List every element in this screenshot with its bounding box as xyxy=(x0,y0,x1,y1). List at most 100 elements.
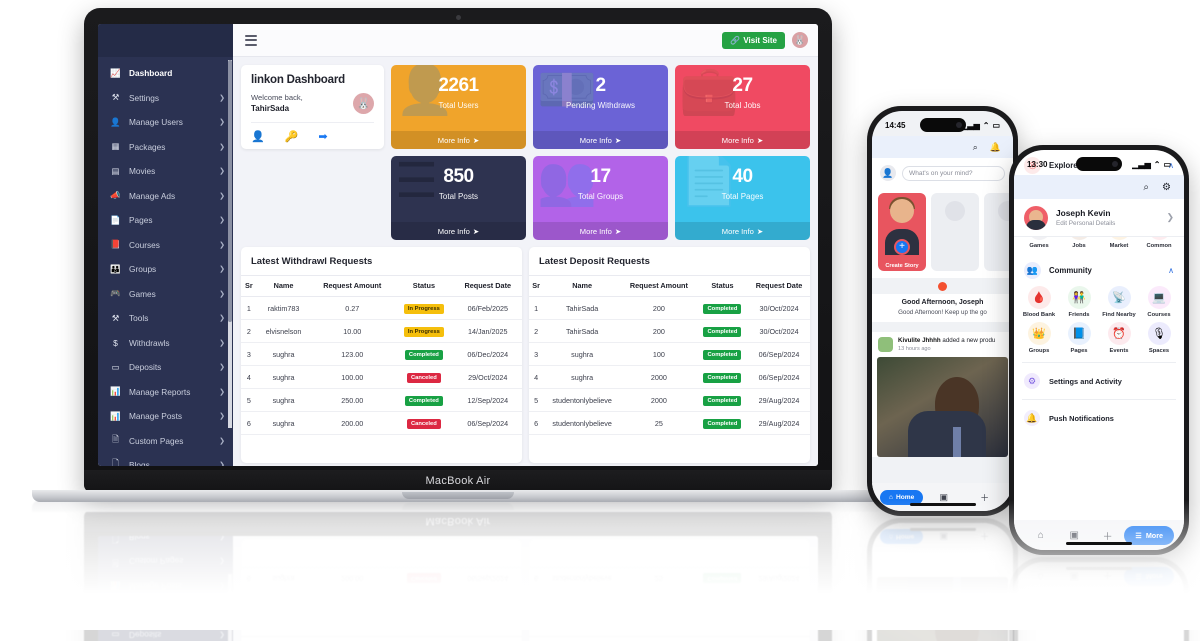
sidebar-item-manage-users[interactable]: 👤 Manage Users ❯ xyxy=(98,110,233,135)
sidebar-item-custom-pages[interactable]: 🗎 Custom Pages ❯ xyxy=(98,429,233,454)
more-info-link[interactable]: More Info ➤ xyxy=(391,131,526,149)
more-info-link[interactable]: More Info ➤ xyxy=(675,131,810,149)
chevron-up-icon[interactable]: ∧ xyxy=(1168,266,1174,275)
sidebar-scroll-area[interactable]: 📈 Dashboard ⚒ Settings ❯ 👤 Manage Users ❯ ▦ Packa… xyxy=(98,57,233,466)
cell-amount: 200 xyxy=(620,319,697,344)
section-header[interactable]: 👥 Community ∧ xyxy=(1014,255,1184,286)
more-info-link[interactable]: More Info ➤ xyxy=(675,222,810,240)
stat-label: Total Groups xyxy=(577,192,624,201)
cell-date: 12/Sep/2024 xyxy=(453,590,522,614)
composer-input[interactable]: What's on your mind? xyxy=(902,165,1005,181)
profile-row[interactable]: Joseph Kevin Edit Personal Details ❯ xyxy=(1014,199,1184,237)
sidebar-item-blogs[interactable]: 🗋 Blogs ❯ xyxy=(98,453,233,466)
sidebar-item-movies[interactable]: ▤ Movies ❯ xyxy=(98,159,233,184)
laptop-base-notch xyxy=(402,492,514,499)
list-item[interactable]: 🔔 Push Notifications xyxy=(1014,402,1184,434)
search-icon[interactable]: ⌕ xyxy=(1143,182,1149,193)
table-row[interactable]: 3 sughra 100 Completed 06/Sep/2024 xyxy=(529,342,810,367)
cell-name: sughra xyxy=(256,342,311,367)
post-image[interactable] xyxy=(877,357,1008,457)
plus-icon[interactable]: + xyxy=(894,239,910,255)
plus-icon[interactable]: ＋ xyxy=(964,491,1005,504)
hamburger-icon[interactable] xyxy=(245,34,257,46)
sidebar-item-groups[interactable]: 👪 Groups ❯ xyxy=(98,257,233,282)
story-card-placeholder[interactable] xyxy=(931,193,979,271)
search-icon[interactable]: ⌕ xyxy=(973,142,978,153)
post-composer[interactable]: 👤 What's on your mind? xyxy=(872,158,1013,188)
sidebar-item-label: Groups xyxy=(129,264,157,275)
grid-item-groups[interactable]: 👑 Groups xyxy=(1021,322,1057,354)
table-row[interactable]: 2 TahirSada 200 Completed 30/Oct/2024 xyxy=(529,319,810,344)
stat-card-total-jobs[interactable]: 💼 27 Total Jobs More Info ➤ xyxy=(675,65,810,149)
avatar: 🐰 xyxy=(353,92,374,114)
home-icon[interactable]: ⌂ xyxy=(1024,530,1057,541)
sidebar-item-manage-ads[interactable]: 📣 Manage Ads ❯ xyxy=(98,184,233,209)
sidebar-item-withdrawls[interactable]: $ Withdrawls ❯ xyxy=(98,331,233,356)
sidebar-item-label: Blogs xyxy=(129,460,150,466)
gear-icon[interactable]: ⚙ xyxy=(1162,182,1171,193)
table-row[interactable]: 3 sughra 123.00 Completed 06/Dec/2024 xyxy=(241,342,522,367)
post-author[interactable]: Kivulite Jhhhh xyxy=(898,337,941,344)
table-row[interactable]: 6 studentonlybelieve 25 Completed 29/Aug/202… xyxy=(529,411,810,436)
post-action: added a new produ xyxy=(942,337,996,344)
table-row[interactable]: 1 TahirSada 200 Completed 30/Oct/2024 xyxy=(529,296,810,321)
profile-subtitle: Edit Personal Details xyxy=(1056,220,1116,227)
chevron-right-icon: ❯ xyxy=(219,217,225,225)
sidebar-item-deposits[interactable]: ▭ Deposits ❯ xyxy=(98,355,233,380)
create-story-card[interactable]: + Create Story xyxy=(878,193,926,271)
grid-item-spaces[interactable]: 🎙 Spaces xyxy=(1141,322,1177,354)
edit-user-icon[interactable]: 👤 xyxy=(251,130,265,143)
table-row[interactable]: 5 sughra 250.00 Completed 12/Sep/2024 xyxy=(241,388,522,413)
list-item[interactable]: ⚙ Settings and Activity xyxy=(1014,365,1184,397)
sidebar-item-manage-reports[interactable]: 📊 Manage Reports ❯ xyxy=(98,380,233,405)
bell-icon[interactable]: 🔔 xyxy=(990,142,1001,153)
table-row[interactable]: 5 studentonlybelieve 2000 Completed 29/Aug/2… xyxy=(529,388,810,413)
stat-card-pending-withdraws[interactable]: 💵 2 Pending Withdraws More Info ➤ xyxy=(533,65,668,149)
chevron-right-icon[interactable]: ❯ xyxy=(1166,212,1174,223)
logout-icon[interactable]: ➡ xyxy=(318,130,327,143)
sidebar-item-manage-posts[interactable]: 📊 Manage Posts ❯ xyxy=(98,404,233,429)
table-row[interactable]: 4 sughra 100.00 Canceled 29/Oct/2024 xyxy=(241,365,522,390)
stat-card-total-groups[interactable]: 👥 17 Total Groups More Info ➤ xyxy=(533,156,668,240)
sidebar-item-games[interactable]: 🎮 Games ❯ xyxy=(98,282,233,307)
more-info-link[interactable]: More Info ➤ xyxy=(533,131,668,149)
sidebar-item-deposits: ▭ Deposits ❯ xyxy=(98,623,233,641)
table-row[interactable]: 2 elvisnelson 10.00 In Progress 14/Jan/2025 xyxy=(241,319,522,344)
stat-card-total-posts[interactable]: ☰ 850 Total Posts More Info ➤ xyxy=(391,156,526,240)
more-info-link[interactable]: More Info ➤ xyxy=(391,222,526,240)
grid-item-label: Spaces xyxy=(1148,348,1170,354)
video-icon[interactable]: ▣ xyxy=(923,492,964,503)
grid-item-pages[interactable]: 📘 Pages xyxy=(1061,322,1097,354)
sidebar-item-packages[interactable]: ▦ Packages ❯ xyxy=(98,135,233,160)
table-row[interactable]: 4 sughra 2000 Completed 06/Sep/2024 xyxy=(529,365,810,390)
grid-item-friends[interactable]: 👫 Friends xyxy=(1061,286,1097,318)
sidebar-item-dashboard[interactable]: 📈 Dashboard xyxy=(98,61,233,86)
plus-icon[interactable]: ＋ xyxy=(1091,528,1124,543)
phone2-screen: 13:30 ▁▃▅ ⌃ ▭ ⌕ ⚙ Joseph Kevin Edit xyxy=(1014,562,1184,641)
table-row[interactable]: 6 sughra 200.00 Canceled 06/Sep/2024 xyxy=(241,411,522,436)
sidebar-item-courses[interactable]: 📕 Courses ❯ xyxy=(98,233,233,258)
video-icon[interactable]: ▣ xyxy=(1057,530,1090,541)
grid-item-blood-bank[interactable]: 🩸 Blood Bank xyxy=(1021,286,1057,318)
visit-site-button[interactable]: 🔗 Visit Site xyxy=(722,31,785,49)
sidebar-item-pages[interactable]: 📄 Pages ❯ xyxy=(98,208,233,233)
grid-item-courses[interactable]: 💻 Courses xyxy=(1141,286,1177,318)
stat-card-total-pages[interactable]: 📄 40 Total Pages More Info ➤ xyxy=(675,156,810,240)
cell-sr: 4 xyxy=(529,365,544,390)
key-icon[interactable]: 🔑 xyxy=(285,130,299,143)
table-row[interactable]: 1 raktim783 0.27 In Progress 06/Feb/2025 xyxy=(241,296,522,321)
arrow-circle-icon: ➤ xyxy=(472,226,480,236)
status-badge: Completed xyxy=(703,395,742,406)
avatar[interactable] xyxy=(878,337,893,352)
cell-name: sughra xyxy=(543,365,621,390)
sidebar-scrollbar-thumb[interactable] xyxy=(228,60,232,322)
grid-item-events[interactable]: ⏰ Events xyxy=(1101,322,1137,354)
topbar-avatar[interactable]: 🐰 xyxy=(792,32,808,48)
sidebar-item-tools[interactable]: ⚒ Tools ❯ xyxy=(98,306,233,331)
nav-more-button[interactable]: ☰ More xyxy=(1124,525,1174,545)
more-info-link[interactable]: More Info ➤ xyxy=(533,222,668,240)
stat-card-total-users[interactable]: 👤 2261 Total Users More Info ➤ xyxy=(391,65,526,149)
grid-item-find-nearby[interactable]: 📡 Find Nearby xyxy=(1101,286,1137,318)
cell-status: In Progress xyxy=(394,296,454,321)
sidebar-item-settings[interactable]: ⚒ Settings ❯ xyxy=(98,86,233,111)
